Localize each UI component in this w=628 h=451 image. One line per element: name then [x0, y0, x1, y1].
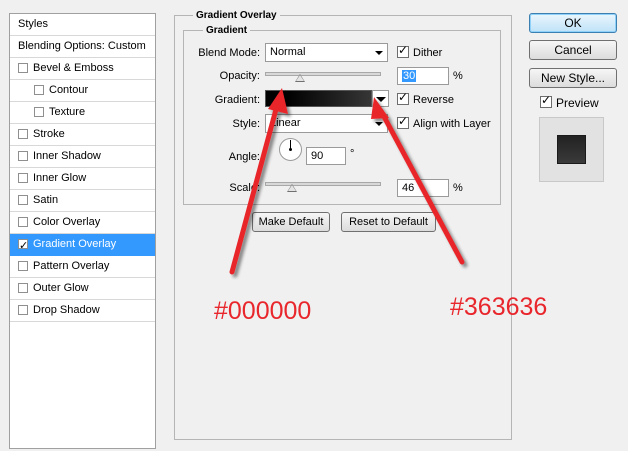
styles-item-checkbox[interactable]	[18, 235, 28, 256]
reset-to-default-button[interactable]: Reset to Default	[341, 212, 436, 232]
opacity-slider[interactable]	[265, 72, 381, 76]
styles-item[interactable]: Inner Shadow	[10, 146, 155, 168]
gradient-swatch[interactable]	[265, 90, 372, 107]
styles-item-checkbox[interactable]	[18, 261, 28, 271]
angle-label: Angle:	[228, 151, 260, 163]
styles-item-checkbox[interactable]	[18, 217, 28, 227]
angle-center	[289, 148, 292, 151]
dither-checkbox[interactable]	[397, 43, 409, 58]
styles-item[interactable]: Satin	[10, 190, 155, 212]
opacity-input[interactable]: 30	[397, 67, 449, 85]
styles-item[interactable]: Drop Shadow	[10, 300, 155, 322]
styles-item[interactable]: Pattern Overlay	[10, 256, 155, 278]
opacity-unit: %	[453, 70, 463, 82]
styles-item-label: Pattern Overlay	[33, 260, 110, 272]
blending-options-item[interactable]: Blending Options: Custom	[10, 36, 155, 58]
angle-unit: °	[350, 148, 355, 160]
styles-item-label: Gradient Overlay	[33, 238, 117, 250]
preview-swatch	[557, 135, 586, 164]
style-preview	[539, 117, 604, 182]
ok-button[interactable]: OK	[529, 13, 617, 33]
styles-item-label: Stroke	[33, 128, 65, 140]
dither-label: Dither	[413, 47, 443, 59]
blend-mode-value: Normal	[270, 46, 306, 58]
chevron-down-icon	[376, 97, 386, 102]
scale-slider[interactable]	[265, 182, 381, 186]
make-default-button[interactable]: Make Default	[252, 212, 330, 232]
styles-item-label: Inner Shadow	[33, 150, 101, 162]
styles-item-checkbox[interactable]	[18, 151, 28, 161]
styles-item[interactable]: Inner Glow	[10, 168, 155, 190]
styles-item-label: Inner Glow	[33, 172, 87, 184]
style-value: Linear	[270, 117, 301, 129]
style-select[interactable]: Linear	[265, 114, 388, 133]
styles-header[interactable]: Styles	[10, 14, 155, 36]
styles-item[interactable]: Color Overlay	[10, 212, 155, 234]
blending-options-label: Blending Options: Custom	[18, 40, 146, 52]
styles-item[interactable]: Contour	[10, 80, 155, 102]
align-with-layer-label: Align with Layer	[413, 118, 491, 130]
styles-item[interactable]: Gradient Overlay	[10, 234, 155, 256]
styles-item-label: Satin	[33, 194, 59, 206]
chevron-down-icon	[375, 122, 383, 126]
align-with-layer-checkbox[interactable]	[397, 114, 409, 129]
reverse-label: Reverse	[413, 94, 454, 106]
opacity-label: Opacity:	[219, 70, 260, 82]
gradient-overlay-title: Gradient Overlay	[193, 10, 280, 21]
scale-unit: %	[453, 182, 463, 194]
styles-item-label: Texture	[49, 106, 86, 118]
scale-label: Scale:	[229, 182, 260, 194]
annotation-start-color: #000000	[214, 297, 312, 325]
styles-header-label: Styles	[18, 18, 48, 30]
styles-item[interactable]: Bevel & Emboss	[10, 58, 155, 80]
opacity-value: 30	[402, 70, 417, 82]
new-style-button[interactable]: New Style...	[529, 68, 617, 88]
styles-item-label: Drop Shadow	[33, 304, 100, 316]
styles-item-label: Color Overlay	[33, 216, 101, 228]
blend-mode-select[interactable]: Normal	[265, 43, 388, 62]
gradient-subtitle: Gradient	[203, 25, 251, 36]
cancel-button[interactable]: Cancel	[529, 40, 617, 60]
styles-item-checkbox[interactable]	[34, 85, 44, 95]
styles-item-checkbox[interactable]	[18, 173, 28, 183]
styles-item-checkbox[interactable]	[18, 63, 28, 73]
opacity-slider-handle[interactable]	[294, 74, 305, 82]
styles-item-checkbox[interactable]	[34, 107, 44, 117]
blend-mode-label: Blend Mode:	[198, 47, 260, 59]
styles-item[interactable]: Outer Glow	[10, 278, 155, 300]
scale-slider-handle[interactable]	[286, 184, 297, 192]
angle-dial[interactable]	[279, 138, 302, 161]
scale-input[interactable]: 46	[397, 179, 449, 197]
style-label: Style:	[232, 118, 260, 130]
annotation-end-color: #363636	[450, 293, 548, 321]
angle-input[interactable]: 90	[306, 147, 346, 165]
scale-value: 46	[402, 182, 415, 194]
styles-item-checkbox[interactable]	[18, 129, 28, 139]
styles-item-checkbox[interactable]	[18, 305, 28, 315]
styles-item-label: Outer Glow	[33, 282, 89, 294]
styles-item-label: Contour	[49, 84, 89, 96]
preview-label: Preview	[556, 96, 599, 110]
styles-item[interactable]: Texture	[10, 102, 155, 124]
angle-value: 90	[311, 150, 324, 162]
styles-item-checkbox[interactable]	[18, 283, 28, 293]
gradient-picker-button[interactable]	[372, 90, 389, 107]
styles-panel: Styles Blending Options: Custom Bevel & …	[9, 13, 156, 449]
styles-item-label: Bevel & Emboss	[33, 62, 114, 74]
reverse-checkbox[interactable]	[397, 90, 409, 105]
styles-item[interactable]: Stroke	[10, 124, 155, 146]
chevron-down-icon	[375, 51, 383, 55]
styles-item-checkbox[interactable]	[18, 195, 28, 205]
gradient-label: Gradient:	[214, 94, 260, 106]
preview-checkbox[interactable]	[540, 93, 552, 108]
